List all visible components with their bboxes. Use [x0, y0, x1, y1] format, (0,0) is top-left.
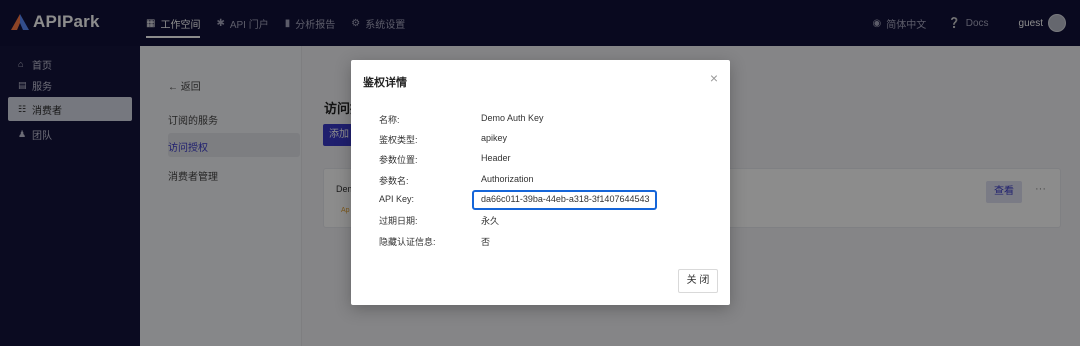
detail-row-hide-credentials: 隐藏认证信息: 否 — [379, 235, 699, 249]
detail-row-auth-type: 鉴权类型: apikey — [379, 133, 699, 147]
detail-row-api-key: API Key: da66c011-39ba-44eb-a318-3f14076… — [379, 194, 699, 208]
modal-title: 鉴权详情 — [363, 77, 407, 89]
detail-label: 鉴权类型: — [379, 135, 418, 145]
detail-label: 参数名: — [379, 176, 409, 186]
detail-label: API Key: — [379, 194, 415, 204]
close-icon[interactable]: × — [710, 70, 718, 86]
api-key-value[interactable]: da66c011-39ba-44eb-a318-3f1407644543 — [481, 194, 649, 208]
detail-value: Authorization — [481, 174, 534, 184]
detail-label: 参数位置: — [379, 155, 418, 165]
detail-label: 过期日期: — [379, 216, 418, 226]
detail-value: apikey — [481, 133, 508, 143]
detail-row-name: 名称: Demo Auth Key — [379, 113, 699, 127]
close-button[interactable]: 关 闭 — [678, 269, 718, 293]
detail-row-param-name: 参数名: Authorization — [379, 174, 699, 188]
auth-details-modal: 鉴权详情 × 名称: Demo Auth Key 鉴权类型: apikey 参数… — [351, 60, 730, 305]
detail-value: 否 — [481, 237, 491, 247]
detail-row-param-position: 参数位置: Header — [379, 153, 699, 167]
detail-value: 永久 — [481, 216, 500, 226]
detail-label: 名称: — [379, 115, 400, 125]
detail-label: 隐藏认证信息: — [379, 237, 436, 247]
detail-value: Demo Auth Key — [481, 113, 544, 123]
detail-value: Header — [481, 153, 511, 163]
detail-row-expiry: 过期日期: 永久 — [379, 214, 699, 228]
